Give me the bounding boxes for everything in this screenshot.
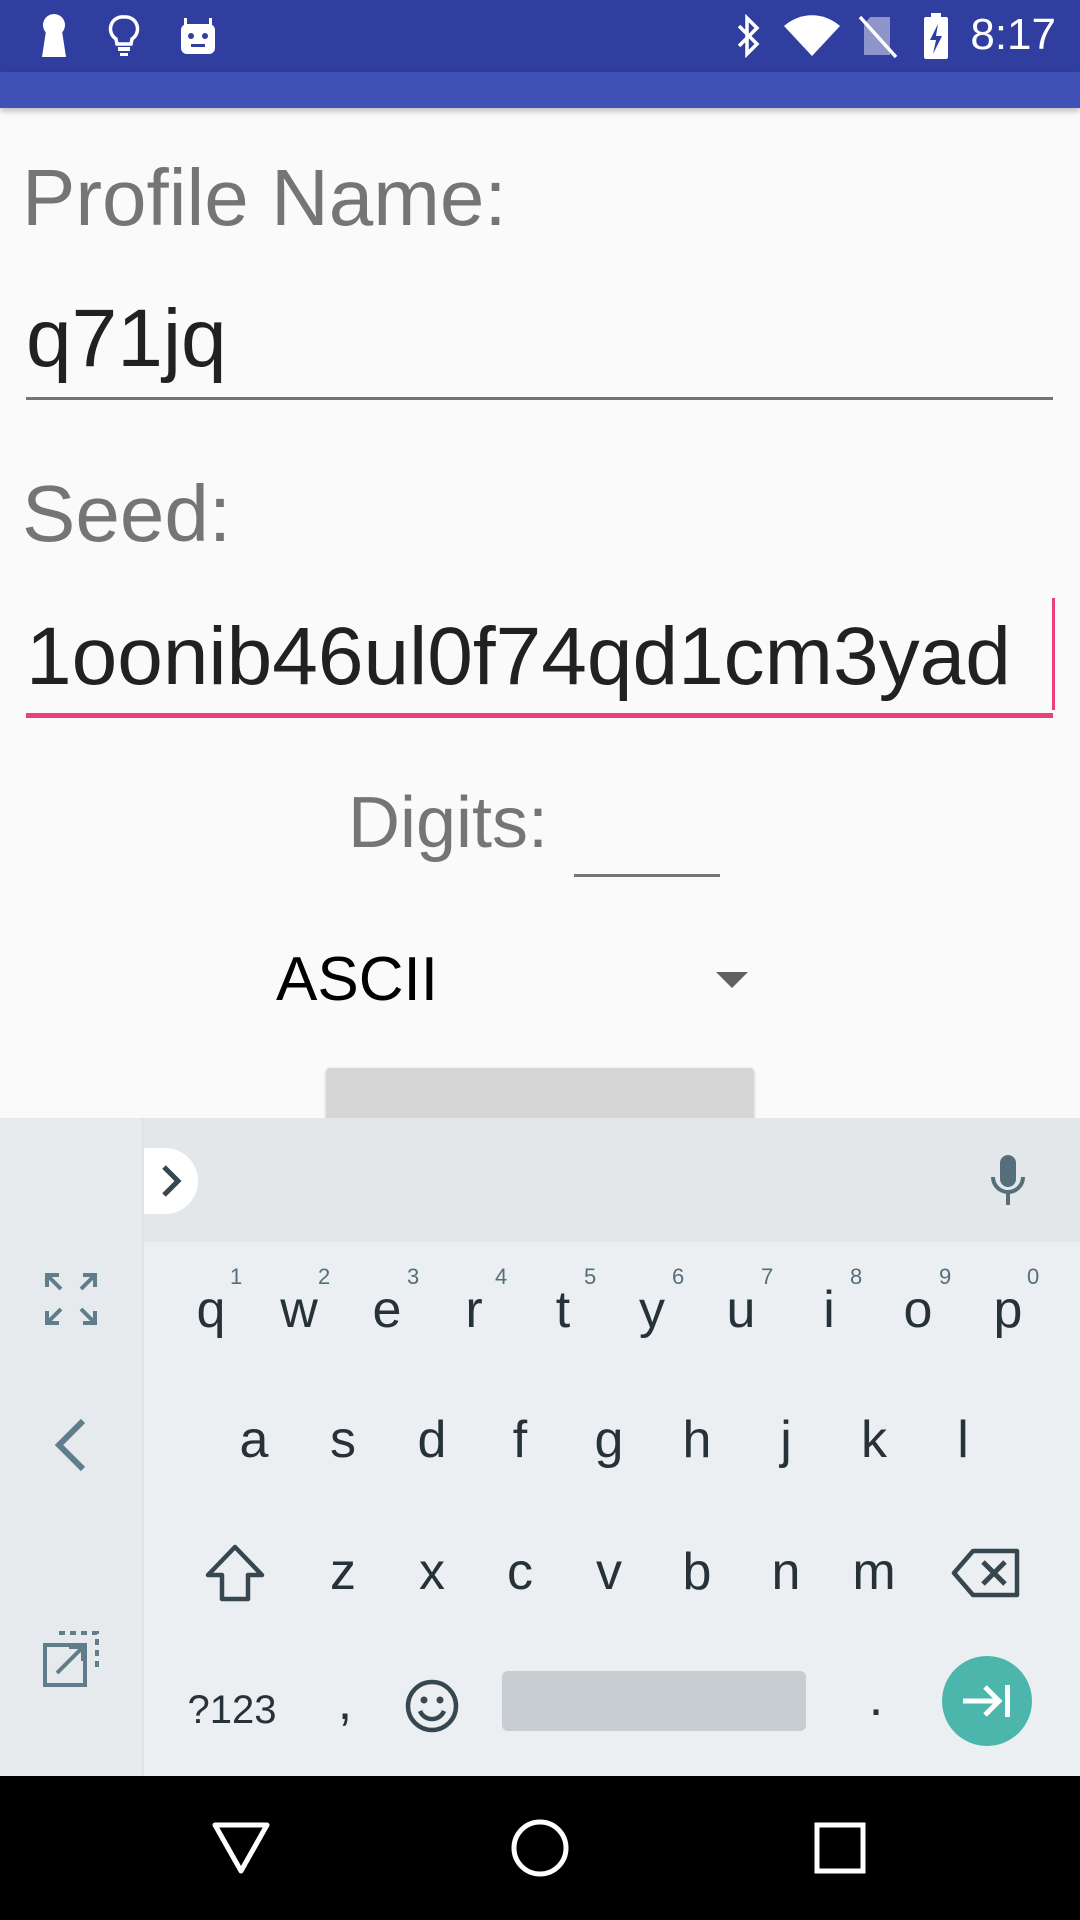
key-a[interactable]: a — [214, 1410, 294, 1470]
seed-label: Seed: — [22, 469, 232, 558]
key-n[interactable]: n — [746, 1542, 826, 1602]
key-f[interactable]: f — [480, 1410, 560, 1470]
key-c[interactable]: c — [480, 1542, 560, 1602]
navigation-bar — [0, 1776, 1080, 1920]
key-hint-5: 5 — [584, 1264, 597, 1289]
keyboard-side-panel — [0, 1118, 144, 1776]
seed-underline-focused — [26, 713, 1053, 718]
symbols-key[interactable]: ?123 — [182, 1680, 282, 1740]
expand-keyboard-icon[interactable] — [38, 1266, 104, 1332]
backspace-icon[interactable] — [948, 1542, 1024, 1604]
battery-charging-icon — [916, 12, 956, 60]
shift-key-icon[interactable] — [194, 1538, 276, 1608]
app-bar — [0, 72, 1080, 108]
key-hint-0: 0 — [1027, 1264, 1040, 1289]
comma-key[interactable]: , — [304, 1672, 386, 1732]
key-d[interactable]: d — [392, 1410, 472, 1470]
key-g[interactable]: g — [569, 1410, 649, 1470]
key-h[interactable]: h — [657, 1410, 737, 1470]
key-j[interactable]: j — [746, 1410, 826, 1470]
recents-square-icon[interactable] — [810, 1818, 870, 1878]
generate-button[interactable] — [326, 1068, 754, 1120]
key-hint-7: 7 — [761, 1264, 774, 1289]
key-l[interactable]: l — [923, 1410, 1003, 1470]
key-k[interactable]: k — [834, 1410, 914, 1470]
back-triangle-icon[interactable] — [210, 1816, 272, 1878]
charset-spinner[interactable]: ASCII — [270, 930, 760, 1030]
key-hint-2: 2 — [318, 1264, 331, 1289]
wifi-icon — [780, 12, 844, 60]
status-bar: 8:17 — [0, 0, 1080, 72]
enter-next-button[interactable] — [942, 1656, 1032, 1746]
key-hint-3: 3 — [407, 1264, 420, 1289]
home-circle-icon[interactable] — [508, 1816, 572, 1880]
back-arrow-icon[interactable] — [38, 1412, 104, 1478]
key-hint-1: 1 — [230, 1264, 243, 1289]
profile-name-label: Profile Name: — [22, 153, 507, 242]
bluetooth-icon — [728, 12, 768, 60]
key-z[interactable]: z — [303, 1542, 383, 1602]
microphone-icon[interactable] — [980, 1148, 1036, 1214]
key-x[interactable]: x — [392, 1542, 472, 1602]
space-bar[interactable] — [502, 1671, 806, 1731]
tab-next-icon — [963, 1685, 1010, 1717]
key-hint-6: 6 — [672, 1264, 685, 1289]
key-m[interactable]: m — [834, 1542, 914, 1602]
digits-input[interactable] — [574, 800, 720, 870]
key-hint-9: 9 — [939, 1264, 952, 1289]
period-key[interactable]: . — [836, 1668, 916, 1728]
key-b[interactable]: b — [657, 1542, 737, 1602]
text-cursor — [1052, 598, 1055, 710]
key-s[interactable]: s — [303, 1410, 383, 1470]
no-sim-icon — [856, 12, 900, 60]
charset-spinner-value: ASCII — [276, 945, 438, 1014]
key-v[interactable]: v — [569, 1542, 649, 1602]
keyhole-icon — [36, 12, 72, 60]
key-hint-4: 4 — [495, 1264, 508, 1289]
digits-label: Digits: — [348, 783, 549, 863]
undock-keyboard-icon[interactable] — [38, 1626, 104, 1692]
android-icon — [176, 12, 220, 60]
soft-keyboard: q w e r t y u i o p 1 2 3 4 5 6 7 8 9 0 … — [0, 1118, 1080, 1776]
status-time: 8:17 — [970, 10, 1056, 59]
suggestion-strip — [144, 1118, 1080, 1242]
seed-input[interactable]: 1oonib46ul0f74qd1cm3yad — [26, 610, 1011, 704]
digits-underline — [574, 874, 720, 877]
profile-name-underline — [26, 397, 1053, 400]
emoji-icon[interactable] — [402, 1676, 462, 1736]
key-hint-8: 8 — [850, 1264, 863, 1289]
dropdown-caret-icon — [716, 972, 748, 988]
lightbulb-icon — [104, 12, 144, 60]
chevron-right-icon[interactable] — [144, 1148, 198, 1214]
profile-name-input[interactable]: q71jq — [26, 292, 227, 386]
